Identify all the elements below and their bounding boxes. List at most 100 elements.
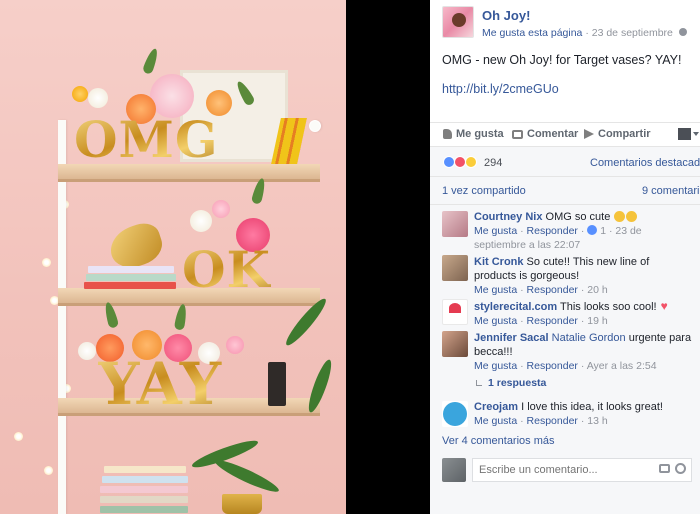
post-meta: Me gusta esta página · 23 de septiembre [482, 27, 687, 39]
comment: Kit Cronk So cute!! This new line of pro… [474, 255, 694, 297]
thumbs-up-icon [443, 129, 452, 139]
heart-emoji-icon: ♥ [660, 299, 668, 313]
profile-thumbnail [678, 127, 691, 140]
book [100, 486, 188, 493]
flower [78, 342, 96, 360]
book [100, 506, 188, 513]
stylerecital-logo-icon [449, 303, 461, 313]
grin-emoji-icon [614, 211, 626, 222]
comment-count[interactable]: 9 comentarios [642, 185, 700, 197]
comment-like-count[interactable]: 1 [600, 225, 606, 237]
camera-icon[interactable] [659, 464, 670, 473]
globe-icon [678, 28, 687, 36]
comment-button[interactable]: Comentar [512, 128, 578, 140]
view-replies-link[interactable]: 1 respuesta [476, 377, 546, 389]
vase-word-omg: OMG [74, 110, 219, 169]
flower [226, 336, 244, 354]
comment-time[interactable]: 13 h [587, 415, 607, 427]
tagged-user[interactable]: Natalie Gordon [552, 332, 626, 344]
commenter-avatar[interactable] [442, 299, 468, 325]
comment-actions: Me gusta · Responder · 1 · 23 de septiem… [474, 225, 642, 251]
comment-like-link[interactable]: Me gusta [474, 315, 517, 327]
share-label: Compartir [598, 128, 651, 140]
book [86, 274, 176, 281]
comment-reply-link[interactable]: Responder [527, 225, 578, 237]
chevron-down-icon [693, 131, 699, 136]
profile-switcher[interactable] [678, 127, 700, 140]
comment-like-link[interactable]: Me gusta [474, 225, 517, 237]
meta-separator: · [582, 27, 592, 39]
comment-like-link[interactable]: Me gusta [474, 415, 517, 427]
post-link[interactable]: http://bit.ly/2cmeGUo [442, 82, 559, 96]
comment: Creojam I love this idea, it looks great… [474, 400, 694, 428]
reactions-bar: 294 Comentarios destacados [430, 146, 700, 176]
comment-time[interactable]: Ayer a las 2:54 [587, 360, 657, 372]
commenter-avatar[interactable] [442, 401, 468, 427]
commenter-avatar[interactable] [442, 211, 468, 237]
string-light [14, 432, 23, 441]
comment-actions: Me gusta · Responder · 19 h [474, 315, 608, 327]
comment-reply-link[interactable]: Responder [527, 415, 578, 427]
flower [190, 210, 212, 232]
comment: Courtney Nix OMG so cute Me gusta · Resp… [474, 210, 694, 252]
share-button[interactable]: Compartir [584, 128, 651, 140]
post-photo[interactable]: OMG OK YAY [0, 0, 346, 514]
book [104, 466, 186, 473]
reaction-count[interactable]: 294 [484, 157, 502, 169]
share-icon [584, 129, 594, 139]
featured-comments-toggle[interactable]: Comentarios destacados [590, 157, 700, 169]
string-light [42, 258, 51, 267]
share-count[interactable]: 1 vez compartido [442, 185, 526, 197]
commenter-name[interactable]: stylerecital.com [474, 301, 557, 313]
comment-composer [442, 456, 692, 484]
wow-reaction-icon [465, 156, 477, 168]
comment-actions: Me gusta · Responder · Ayer a las 2:54 [474, 360, 657, 372]
comment: Jennifer Sacal Natalie Gordon urgente pa… [474, 331, 694, 373]
post-date[interactable]: 23 de septiembre [592, 27, 673, 39]
page-avatar[interactable] [442, 6, 474, 38]
book [88, 266, 174, 273]
replies-label: 1 respuesta [488, 377, 547, 389]
like-button[interactable]: Me gusta [443, 128, 504, 140]
comment: stylerecital.com This looks soo cool! ♥ … [474, 299, 694, 328]
comment-reply-link[interactable]: Responder [527, 284, 578, 296]
creojam-logo-icon [443, 402, 467, 426]
reply-arrow-icon [476, 380, 482, 386]
like-page-link[interactable]: Me gusta esta página [482, 27, 582, 39]
commenter-avatar[interactable] [442, 255, 468, 281]
candle-holder [268, 362, 286, 406]
comment-time[interactable]: 19 h [587, 315, 607, 327]
comment-reply-link[interactable]: Responder [527, 360, 578, 372]
comment-icon [512, 129, 523, 139]
shelf-unit [58, 120, 321, 514]
comment-time[interactable]: 20 h [587, 284, 607, 296]
comment-text: OMG so cute [542, 211, 614, 223]
reaction-icons[interactable] [443, 156, 477, 168]
flower [212, 200, 230, 218]
post-sidebar: Oh Joy! Me gusta esta página · 23 de sep… [430, 0, 700, 514]
view-more-comments[interactable]: Ver 4 comentarios más [442, 435, 555, 447]
comment-text: I love this idea, it looks great! [518, 401, 663, 413]
page-name[interactable]: Oh Joy! [482, 8, 530, 23]
string-light [44, 466, 53, 475]
comment-like-link[interactable]: Me gusta [474, 284, 517, 296]
flower [72, 86, 88, 102]
vase-word-yay: YAY [98, 350, 223, 418]
heart-eyes-emoji-icon [626, 211, 638, 222]
commenter-name[interactable]: Courtney Nix [474, 211, 542, 223]
book [100, 496, 188, 503]
commenter-name[interactable]: Creojam [474, 401, 518, 413]
commenter-name[interactable]: Kit Cronk [474, 256, 524, 268]
comment-like-link[interactable]: Me gusta [474, 360, 517, 372]
plant-pot [222, 494, 262, 514]
flower [88, 88, 108, 108]
comment-actions: Me gusta · Responder · 13 h [474, 415, 608, 427]
post-text: OMG - new Oh Joy! for Target vases? YAY! [442, 53, 682, 67]
comment-reply-link[interactable]: Responder [527, 315, 578, 327]
like-label: Me gusta [456, 128, 504, 140]
post-actions: Me gusta Comentar Compartir [430, 122, 700, 144]
current-user-avatar [442, 458, 466, 482]
commenter-avatar[interactable] [442, 331, 468, 357]
emoji-icon[interactable] [675, 463, 686, 474]
commenter-name[interactable]: Jennifer Sacal [474, 332, 549, 344]
